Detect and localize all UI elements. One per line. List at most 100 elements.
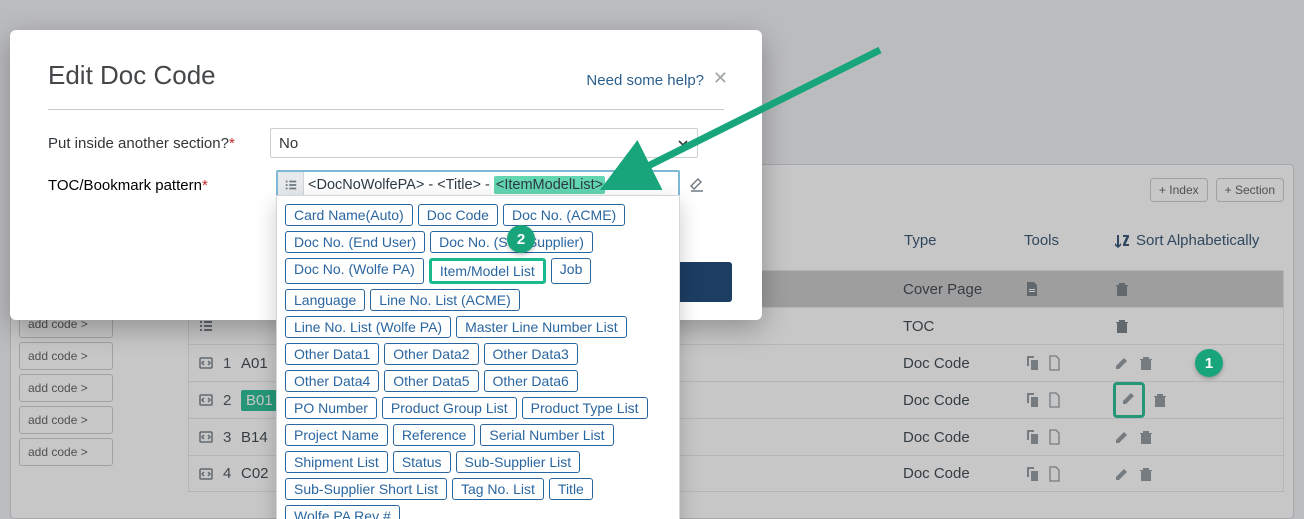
variable-chip[interactable]: Other Data6 bbox=[484, 370, 578, 392]
blank-page-icon[interactable] bbox=[1045, 428, 1063, 446]
code-node-icon bbox=[189, 466, 223, 482]
variable-chip[interactable]: Other Data4 bbox=[285, 370, 379, 392]
col-type: Type bbox=[904, 232, 1024, 249]
eraser-icon[interactable] bbox=[686, 177, 706, 193]
code-node-icon bbox=[189, 392, 223, 408]
add-code-button[interactable]: add code > bbox=[19, 438, 113, 466]
blank-page-icon[interactable] bbox=[1045, 354, 1063, 372]
row-type: Cover Page bbox=[903, 281, 1023, 298]
row-tools bbox=[1023, 428, 1113, 446]
variable-chip[interactable]: Wolfe PA Rev # bbox=[285, 505, 400, 519]
variable-chip[interactable]: Sub-Supplier List bbox=[456, 451, 581, 473]
copy-icon[interactable] bbox=[1023, 354, 1041, 372]
trash-icon[interactable] bbox=[1113, 280, 1131, 298]
modal-divider bbox=[48, 109, 724, 110]
section-select-row: Put inside another section?* No bbox=[48, 128, 724, 158]
row-actions bbox=[1113, 428, 1283, 446]
row-actions bbox=[1113, 465, 1283, 483]
variable-chip[interactable]: Other Data2 bbox=[384, 343, 478, 365]
pattern-value: <DocNoWolfePA> - <Title> - <ItemModelLis… bbox=[304, 177, 605, 193]
pattern-label: TOC/Bookmark pattern* bbox=[48, 177, 270, 194]
variable-chip[interactable]: Other Data3 bbox=[484, 343, 578, 365]
row-num: 1 bbox=[223, 355, 241, 372]
variable-chip[interactable]: Other Data1 bbox=[285, 343, 379, 365]
code-node-icon bbox=[189, 429, 223, 445]
variable-chip[interactable]: Other Data5 bbox=[384, 370, 478, 392]
variable-chip[interactable]: PO Number bbox=[285, 397, 377, 419]
variable-chip-list: Card Name(Auto)Doc CodeDoc No. (ACME) Doc… bbox=[285, 204, 671, 519]
pencil-icon[interactable] bbox=[1113, 354, 1131, 372]
pencil-icon[interactable] bbox=[1113, 465, 1131, 483]
blank-page-icon[interactable] bbox=[1045, 391, 1063, 409]
sort-alpha-icon bbox=[1114, 233, 1130, 249]
help-link[interactable]: Need some help? bbox=[586, 72, 704, 89]
col-tools: Tools bbox=[1024, 232, 1114, 249]
variable-chip[interactable]: Doc Code bbox=[418, 204, 498, 226]
variable-chip[interactable]: Tag No. List bbox=[452, 478, 544, 500]
variable-chip[interactable]: Doc No. (End User) bbox=[285, 231, 425, 253]
variable-chip[interactable]: Product Type List bbox=[522, 397, 648, 419]
variable-chip[interactable]: Reference bbox=[393, 424, 476, 446]
variable-chip[interactable]: Status bbox=[393, 451, 451, 473]
add-code-button[interactable]: add code > bbox=[19, 342, 113, 370]
row-code: B01 bbox=[241, 390, 278, 411]
variables-panel: Card Name(Auto)Doc CodeDoc No. (ACME) Doc… bbox=[276, 195, 680, 519]
add-code-button[interactable]: add code > bbox=[19, 406, 113, 434]
trash-icon[interactable] bbox=[1137, 354, 1155, 372]
add-code-button[interactable]: add code > bbox=[19, 374, 113, 402]
pencil-icon[interactable] bbox=[1120, 389, 1138, 407]
close-icon[interactable]: ✕ bbox=[713, 68, 728, 89]
callout-badge-1: 1 bbox=[1195, 349, 1223, 377]
trash-icon[interactable] bbox=[1137, 465, 1155, 483]
row-actions bbox=[1113, 280, 1283, 298]
row-actions bbox=[1113, 317, 1283, 335]
pencil-icon[interactable] bbox=[1113, 428, 1131, 446]
variable-chip[interactable]: Doc No. (ACME) bbox=[503, 204, 625, 226]
variable-chip[interactable]: Project Name bbox=[285, 424, 388, 446]
variable-chip[interactable]: Language bbox=[285, 289, 365, 311]
row-tools bbox=[1023, 465, 1113, 483]
row-type: Doc Code bbox=[903, 355, 1023, 372]
chevron-down-icon bbox=[677, 137, 689, 149]
list-icon bbox=[189, 318, 223, 334]
variable-chip[interactable]: Item/Model List bbox=[429, 258, 546, 284]
section-select[interactable]: No bbox=[270, 128, 698, 158]
variable-chip[interactable]: Master Line Number List bbox=[456, 316, 627, 338]
section-label: Put inside another section?* bbox=[48, 135, 270, 152]
variable-chip[interactable]: Line No. List (Wolfe PA) bbox=[285, 316, 451, 338]
variable-chip[interactable]: Product Group List bbox=[382, 397, 517, 419]
row-tools bbox=[1023, 354, 1113, 372]
row-type: Doc Code bbox=[903, 392, 1023, 409]
copy-icon[interactable] bbox=[1023, 428, 1041, 446]
row-num: 4 bbox=[223, 465, 241, 482]
callout-badge-2: 2 bbox=[507, 225, 535, 253]
sort-label: Sort Alphabetically bbox=[1136, 232, 1259, 249]
trash-icon[interactable] bbox=[1151, 391, 1169, 409]
sort-alphabetically[interactable]: Sort Alphabetically bbox=[1114, 232, 1284, 249]
blank-page-icon[interactable] bbox=[1045, 465, 1063, 483]
copy-icon[interactable] bbox=[1023, 391, 1041, 409]
add-section-button[interactable]: + Section bbox=[1216, 178, 1284, 202]
row-actions bbox=[1113, 382, 1283, 418]
add-index-button[interactable]: + Index bbox=[1150, 178, 1208, 202]
variable-chip[interactable]: Title bbox=[549, 478, 593, 500]
edit-row-highlight bbox=[1113, 382, 1145, 418]
trash-icon[interactable] bbox=[1137, 428, 1155, 446]
row-num: 3 bbox=[223, 429, 241, 446]
trash-icon[interactable] bbox=[1113, 317, 1131, 335]
variable-chip[interactable]: Serial Number List bbox=[480, 424, 613, 446]
variable-chip[interactable]: Job bbox=[551, 258, 592, 284]
row-type: Doc Code bbox=[903, 465, 1023, 482]
row-type: Doc Code bbox=[903, 429, 1023, 446]
row-tools bbox=[1023, 391, 1113, 409]
code-node-icon bbox=[189, 355, 223, 371]
page-icon[interactable] bbox=[1023, 280, 1041, 298]
section-select-value: No bbox=[279, 135, 298, 152]
layout-actions: + Index + Section bbox=[1150, 178, 1284, 202]
variable-chip[interactable]: Sub-Supplier Short List bbox=[285, 478, 447, 500]
variable-chip[interactable]: Card Name(Auto) bbox=[285, 204, 413, 226]
variable-chip[interactable]: Doc No. (Wolfe PA) bbox=[285, 258, 424, 284]
copy-icon[interactable] bbox=[1023, 465, 1041, 483]
variable-chip[interactable]: Shipment List bbox=[285, 451, 388, 473]
variable-chip[interactable]: Line No. List (ACME) bbox=[370, 289, 519, 311]
